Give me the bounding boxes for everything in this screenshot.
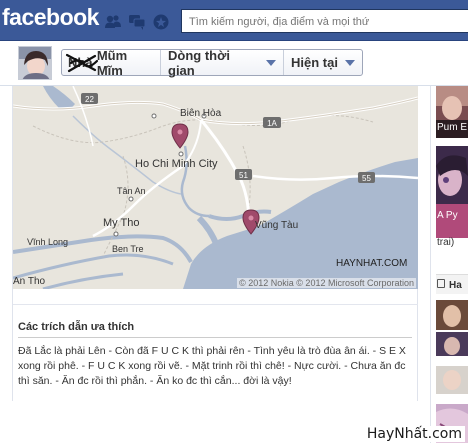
chevron-down-icon <box>266 59 276 66</box>
sidebar-caption: A Py <box>437 210 458 221</box>
chevron-down-icon <box>344 59 355 66</box>
timeline-breadcrumb: Nhà Mũm Mĩm Dòng thời gian Hiện tại <box>61 47 363 78</box>
sidebar-section-title: Ha <box>449 280 462 291</box>
sidebar-caption: Pum E <box>437 122 468 133</box>
map-label: Ho Chi Minh City <box>135 158 218 170</box>
top-navigation-bar: facebook <box>0 0 468 41</box>
timeline-dropdown[interactable]: Dòng thời gian <box>161 47 284 78</box>
search-box[interactable] <box>181 9 468 33</box>
search-input[interactable] <box>189 14 459 29</box>
sidebar-caption: trai) <box>437 237 455 248</box>
friend-requests-icon[interactable] <box>104 13 122 31</box>
map-label: Vĩnh Long <box>27 237 69 247</box>
map-label: My Tho <box>103 217 140 229</box>
quotes-title: Các trích dẫn ưa thích <box>18 321 135 333</box>
right-sidebar: Pum E A Py trai) Ha <box>430 86 468 443</box>
location-map[interactable]: 22 1A 51 55 Biên Hòa Ho Chi Minh City My… <box>13 86 418 289</box>
map-copyright: © 2012 Nokia © 2012 Microsoft Corporatio… <box>237 278 416 288</box>
sidebar-photo[interactable] <box>436 366 468 394</box>
highway-sign: 22 <box>85 95 94 104</box>
profile-bar: Nhà Mũm Mĩm Dòng thời gian Hiện tại <box>0 41 468 86</box>
site-watermark: HayNhất.com <box>363 426 465 442</box>
timeline-label: Dòng thời gian <box>168 47 230 78</box>
jewel-icons <box>104 13 174 31</box>
quotes-body: Đã Lắc là phải Lên - Còn đã F U C K thì … <box>18 345 406 387</box>
current-city-card: 22 1A 51 55 Biên Hòa Ho Chi Minh City My… <box>12 86 418 401</box>
map-label: Vũng Tàu <box>255 220 299 231</box>
scribble-mark: Nhà <box>65 53 99 73</box>
map-label: Tân An <box>117 186 146 196</box>
current-label: Hiện tại <box>291 55 338 70</box>
messages-icon[interactable] <box>128 13 146 31</box>
map-label: An Tho <box>13 276 46 287</box>
highway-sign: 1A <box>267 119 277 128</box>
map-label: Biên Hòa <box>180 108 222 119</box>
column-divider <box>430 86 431 443</box>
profile-avatar[interactable] <box>18 46 52 80</box>
highway-sign: 51 <box>239 171 248 180</box>
facebook-logo[interactable]: facebook <box>2 4 99 31</box>
profile-name-button[interactable]: Nhà Mũm Mĩm <box>62 47 161 78</box>
map-label: Ben Tre <box>112 244 144 254</box>
sidebar-photo[interactable] <box>436 332 468 356</box>
sidebar-photo[interactable] <box>436 300 468 330</box>
notifications-icon[interactable] <box>152 13 170 31</box>
map-site-tag: HAYNHAT.COM <box>336 258 408 269</box>
sidebar-photo[interactable] <box>436 146 468 238</box>
gift-icon <box>437 279 445 288</box>
section-divider <box>18 337 412 338</box>
section-divider <box>13 304 418 305</box>
profile-name: Mũm Mĩm <box>96 47 128 78</box>
highway-sign: 55 <box>362 174 371 183</box>
current-dropdown[interactable]: Hiện tại <box>284 50 362 75</box>
